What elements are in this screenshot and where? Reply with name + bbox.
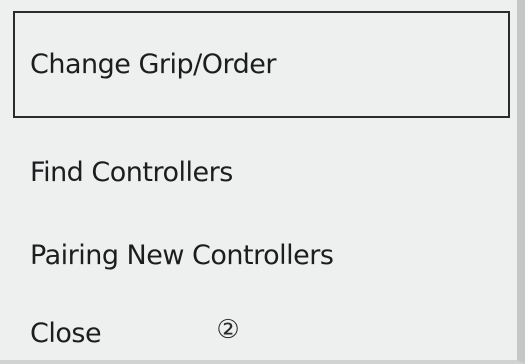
menu-item-label: Pairing New Controllers (30, 239, 334, 271)
button-hint-icon: ② (216, 315, 240, 345)
menu-item-pairing-new-controllers[interactable]: Pairing New Controllers (30, 233, 334, 277)
menu-item-close[interactable]: Close (30, 311, 102, 355)
menu-item-label: Change Grip/Order (30, 49, 276, 80)
menu-item-find-controllers[interactable]: Find Controllers (30, 150, 233, 194)
menu-item-label: Close (30, 317, 102, 349)
controller-menu-screen: Change Grip/Order Find Controllers Pairi… (0, 0, 525, 364)
menu-item-change-grip-order[interactable]: Change Grip/Order (13, 11, 510, 118)
menu-item-label: Find Controllers (30, 156, 233, 188)
controller-menu: Change Grip/Order Find Controllers Pairi… (0, 0, 517, 360)
